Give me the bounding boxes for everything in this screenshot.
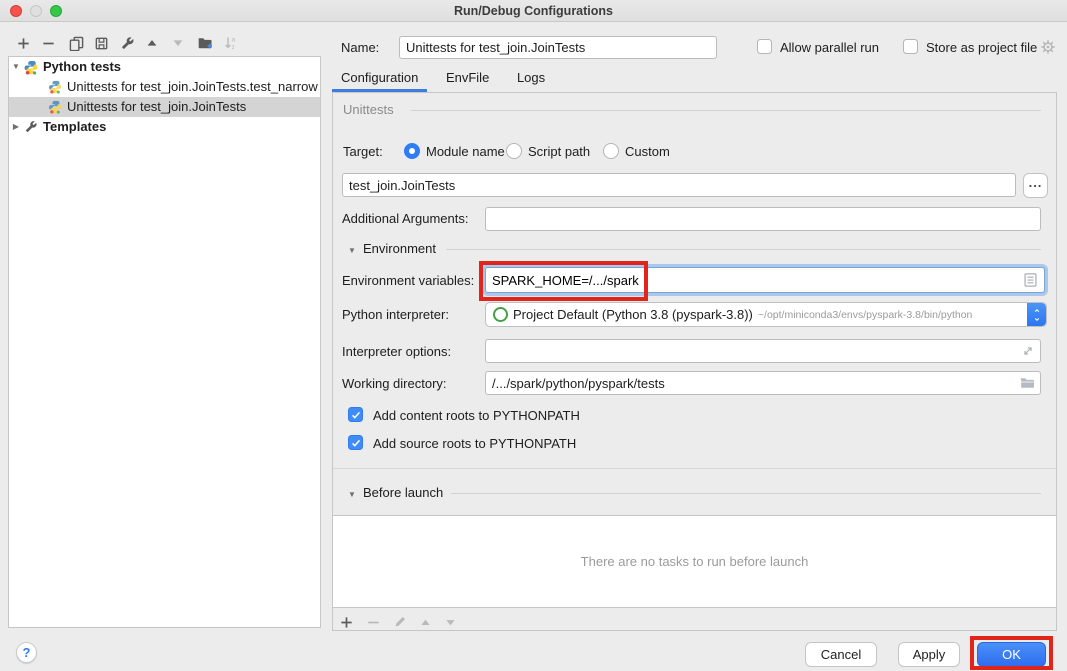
check-icon bbox=[350, 409, 362, 421]
remove-configuration-button[interactable] bbox=[37, 32, 59, 54]
templates-wrench-icon bbox=[23, 120, 39, 134]
before-launch-task-list: There are no tasks to run before launch bbox=[333, 515, 1056, 608]
python-interpreter-value: Project Default (Python 3.8 (pyspark-3.8… bbox=[513, 307, 753, 322]
ok-button[interactable]: OK bbox=[977, 642, 1046, 667]
additional-arguments-label: Additional Arguments: bbox=[342, 211, 468, 227]
tree-item-label: Unittests for test_join.JoinTests.test_n… bbox=[67, 77, 318, 97]
copy-configuration-button[interactable] bbox=[65, 32, 87, 54]
move-task-down-icon[interactable] bbox=[444, 616, 457, 629]
browse-folder-icon[interactable] bbox=[1019, 375, 1035, 391]
tree-item-label: Unittests for test_join.JoinTests bbox=[67, 97, 246, 117]
title-bar: Run/Debug Configurations bbox=[0, 0, 1067, 22]
python-tests-icon bbox=[23, 60, 39, 75]
browse-env-variables-icon[interactable] bbox=[1023, 273, 1038, 288]
target-label: Target: bbox=[343, 144, 383, 160]
apply-button[interactable]: Apply bbox=[898, 642, 960, 667]
save-configuration-button[interactable] bbox=[90, 32, 112, 54]
environment-variables-field-wrap bbox=[485, 267, 1045, 293]
tab-configuration[interactable]: Configuration bbox=[332, 65, 427, 91]
edit-templates-button[interactable] bbox=[116, 32, 138, 54]
tab-envfile[interactable]: EnvFile bbox=[437, 65, 498, 91]
move-task-up-icon[interactable] bbox=[419, 616, 432, 629]
python-interpreter-select[interactable]: Project Default (Python 3.8 (pyspark-3.8… bbox=[485, 302, 1047, 327]
chevron-up-icon bbox=[1031, 306, 1043, 315]
edit-task-icon[interactable] bbox=[393, 615, 407, 629]
store-as-project-file-label: Store as project file bbox=[926, 40, 1037, 56]
run-debug-configurations-dialog: Run/Debug Configurations ▼ Python tests … bbox=[0, 0, 1067, 671]
before-launch-collapse-icon[interactable]: ▼ bbox=[348, 490, 356, 499]
help-button[interactable]: ? bbox=[16, 642, 37, 663]
unittests-group-label: Unittests bbox=[343, 102, 394, 117]
tab-logs[interactable]: Logs bbox=[508, 65, 554, 91]
add-configuration-button[interactable] bbox=[12, 32, 34, 54]
radio-module-name-label: Module name bbox=[426, 144, 505, 160]
python-interpreter-label: Python interpreter: bbox=[342, 307, 449, 323]
move-up-button[interactable] bbox=[141, 32, 163, 54]
add-task-icon[interactable] bbox=[339, 615, 354, 630]
working-directory-label: Working directory: bbox=[342, 376, 447, 392]
gear-icon[interactable] bbox=[1040, 39, 1056, 55]
module-name-input[interactable] bbox=[342, 173, 1016, 197]
expand-field-icon[interactable] bbox=[1021, 344, 1035, 358]
store-as-project-file-checkbox[interactable] bbox=[903, 39, 918, 54]
tree-item-unittest-test-narrow[interactable]: Unittests for test_join.JoinTests.test_n… bbox=[9, 77, 320, 97]
radio-script-path[interactable] bbox=[506, 143, 522, 159]
add-source-roots-checkbox[interactable] bbox=[348, 435, 363, 450]
radio-script-path-label: Script path bbox=[528, 144, 590, 160]
configurations-tree: ▼ Python tests Unittests for test_join.J… bbox=[8, 56, 321, 628]
environment-group-label: Environment bbox=[363, 241, 436, 257]
check-icon bbox=[350, 437, 362, 449]
interpreter-options-input[interactable] bbox=[485, 339, 1041, 363]
configuration-editor-panel: Unittests Target: Module name Script pat… bbox=[332, 92, 1057, 631]
tree-item-label: Templates bbox=[43, 117, 106, 137]
interpreter-options-label: Interpreter options: bbox=[342, 344, 451, 360]
group-separator bbox=[411, 110, 1041, 111]
window-title: Run/Debug Configurations bbox=[0, 0, 1067, 22]
tree-item-templates[interactable]: ▶ Templates bbox=[9, 117, 320, 137]
cancel-button[interactable]: Cancel bbox=[805, 642, 877, 667]
environment-variables-input[interactable] bbox=[486, 268, 1016, 292]
group-separator bbox=[446, 249, 1041, 250]
section-divider bbox=[333, 468, 1056, 469]
dropdown-stepper[interactable] bbox=[1027, 303, 1046, 326]
before-launch-toolbar bbox=[339, 613, 457, 631]
chevron-down-icon bbox=[1031, 315, 1043, 324]
tab-bar: Configuration EnvFile Logs bbox=[332, 65, 560, 92]
allow-parallel-run-checkbox[interactable] bbox=[757, 39, 772, 54]
radio-custom[interactable] bbox=[603, 143, 619, 159]
add-content-roots-checkbox[interactable] bbox=[348, 407, 363, 422]
conda-environment-icon bbox=[493, 307, 508, 322]
radio-custom-label: Custom bbox=[625, 144, 670, 160]
radio-module-name[interactable] bbox=[404, 143, 420, 159]
additional-arguments-input[interactable] bbox=[485, 207, 1041, 231]
environment-variables-label: Environment variables: bbox=[342, 273, 474, 289]
interpreter-options-field-wrap bbox=[485, 339, 1041, 363]
tree-item-label: Python tests bbox=[43, 57, 121, 77]
python-test-icon bbox=[47, 100, 63, 114]
before-launch-label: Before launch bbox=[363, 485, 443, 501]
add-content-roots-label: Add content roots to PYTHONPATH bbox=[373, 408, 580, 424]
move-down-button[interactable] bbox=[167, 32, 189, 54]
tree-item-unittest-jointests-selected[interactable]: Unittests for test_join.JoinTests bbox=[9, 97, 320, 117]
chevron-right-icon[interactable]: ▶ bbox=[9, 117, 23, 137]
environment-collapse-icon[interactable]: ▼ bbox=[348, 246, 356, 255]
new-folder-button[interactable] bbox=[194, 32, 216, 54]
name-input[interactable] bbox=[399, 36, 717, 59]
browse-module-button[interactable]: ... bbox=[1023, 173, 1048, 198]
add-source-roots-label: Add source roots to PYTHONPATH bbox=[373, 436, 576, 452]
tree-item-python-tests[interactable]: ▼ Python tests bbox=[9, 57, 320, 77]
before-launch-empty-text: There are no tasks to run before launch bbox=[333, 516, 1056, 607]
chevron-down-icon[interactable]: ▼ bbox=[9, 57, 23, 77]
python-test-icon bbox=[47, 80, 63, 94]
working-directory-field-wrap bbox=[485, 371, 1041, 395]
group-separator bbox=[451, 493, 1041, 494]
python-interpreter-path: ~/opt/miniconda3/envs/pyspark-3.8/bin/py… bbox=[758, 309, 973, 321]
remove-task-icon[interactable] bbox=[366, 615, 381, 630]
sort-configurations-button[interactable] bbox=[220, 32, 242, 54]
name-label: Name: bbox=[341, 40, 379, 56]
working-directory-input[interactable] bbox=[485, 371, 1041, 395]
allow-parallel-run-label: Allow parallel run bbox=[780, 40, 879, 56]
